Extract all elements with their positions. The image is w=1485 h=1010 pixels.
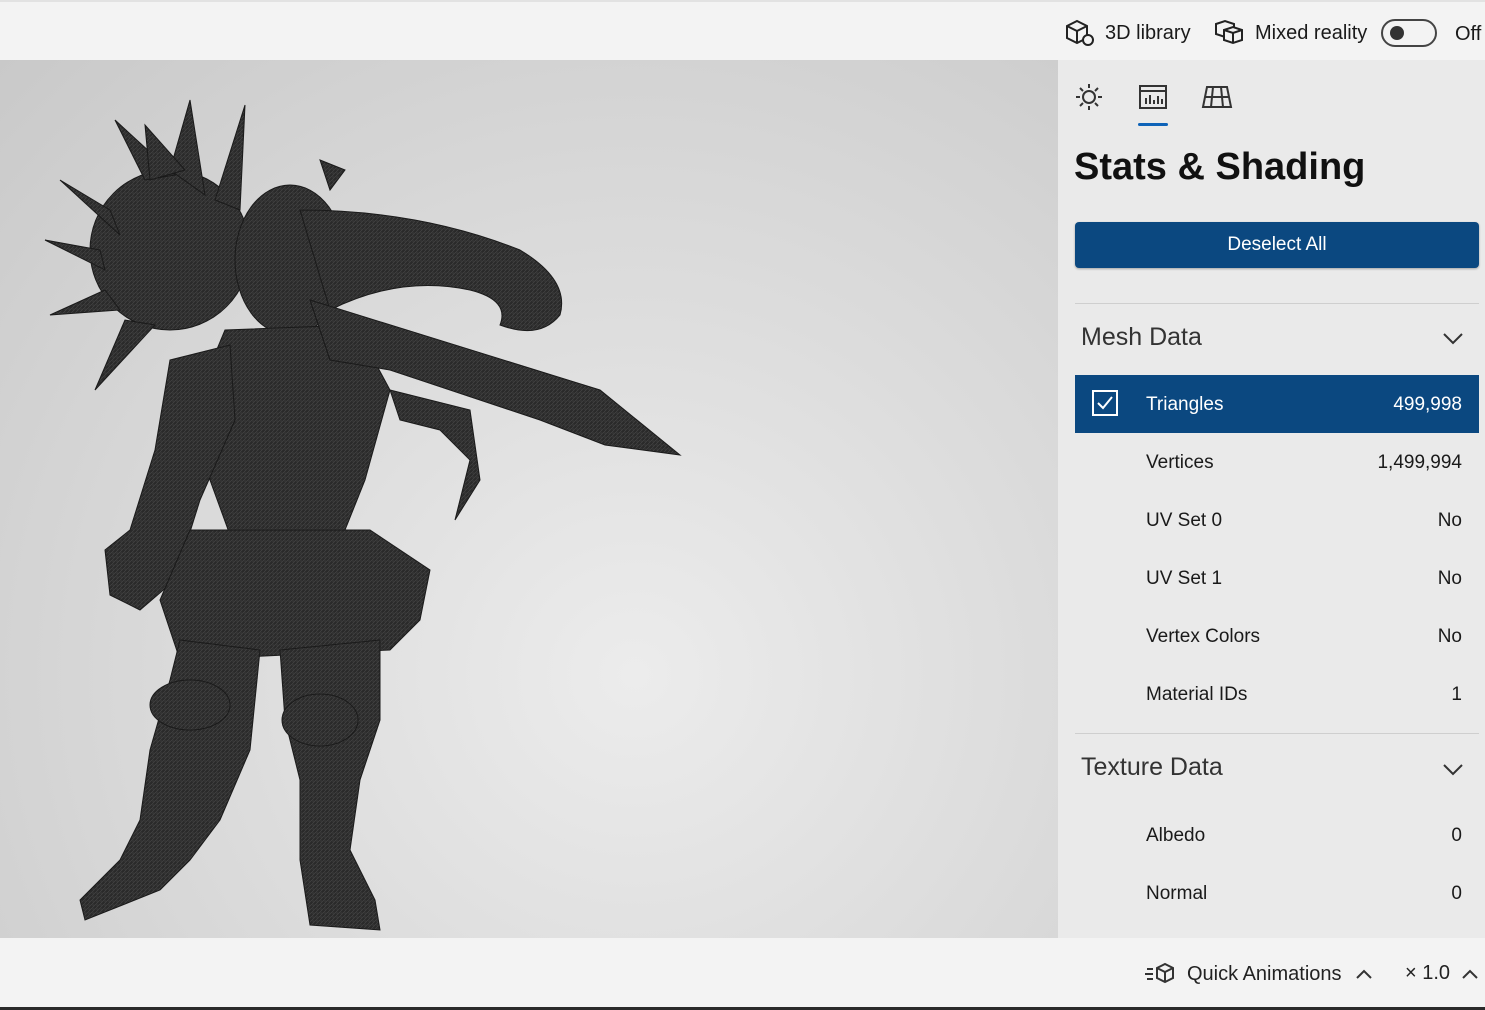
row-value: No bbox=[1437, 626, 1462, 647]
speed-button[interactable]: × 1.0 bbox=[1405, 962, 1480, 985]
divider bbox=[1075, 303, 1479, 304]
mixed-reality-toggle[interactable] bbox=[1381, 19, 1437, 47]
texture-row-albedo[interactable]: Albedo 0 bbox=[1075, 806, 1479, 864]
model-silhouette bbox=[44, 99, 682, 931]
row-label: Vertices bbox=[1146, 452, 1214, 473]
active-tab-indicator bbox=[1138, 123, 1168, 126]
row-label: Material IDs bbox=[1146, 684, 1248, 705]
row-value: No bbox=[1437, 510, 1462, 531]
mesh-row-material-ids[interactable]: Material IDs 1 bbox=[1075, 665, 1479, 723]
stats-chart-icon bbox=[1139, 85, 1167, 109]
mesh-row-triangles[interactable]: Triangles 499,998 bbox=[1075, 375, 1479, 433]
3d-library-button[interactable]: 3D library bbox=[1063, 18, 1191, 48]
row-value: 1 bbox=[1451, 684, 1462, 705]
mesh-data-header[interactable]: Mesh Data bbox=[1081, 323, 1202, 352]
row-label: UV Set 1 bbox=[1146, 568, 1223, 589]
mesh-row-uv-set-0[interactable]: UV Set 0 No bbox=[1075, 491, 1479, 549]
mesh-row-vertex-colors[interactable]: Vertex Colors No bbox=[1075, 607, 1479, 665]
sun-icon bbox=[1076, 84, 1102, 110]
texture-row-normal[interactable]: Normal 0 bbox=[1075, 864, 1479, 922]
panel-tabs bbox=[1058, 60, 1485, 130]
chevron-up-icon bbox=[1355, 969, 1372, 979]
grid-icon bbox=[1201, 86, 1233, 108]
animation-cube-icon bbox=[1145, 962, 1174, 984]
mixed-reality-icon bbox=[1215, 19, 1243, 45]
speed-label: × 1.0 bbox=[1405, 962, 1451, 984]
tab-grid[interactable] bbox=[1200, 80, 1234, 114]
chevron-up-icon bbox=[1462, 969, 1478, 979]
row-label: UV Set 0 bbox=[1146, 510, 1223, 531]
row-value: 0 bbox=[1451, 883, 1462, 904]
row-value: No bbox=[1437, 568, 1462, 589]
bottom-bar: Quick Animations × 1.0 bbox=[0, 938, 1485, 1010]
row-label: Normal bbox=[1146, 883, 1208, 904]
row-value: 0 bbox=[1451, 825, 1462, 846]
cube-icon bbox=[1066, 19, 1094, 46]
mixed-reality-label: Mixed reality bbox=[1255, 21, 1368, 44]
mesh-row-vertices[interactable]: Vertices 1,499,994 bbox=[1075, 433, 1479, 491]
3d-viewport[interactable] bbox=[0, 60, 1058, 938]
chevron-down-icon[interactable] bbox=[1442, 763, 1464, 777]
stats-shading-panel: Stats & Shading Deselect All Mesh Data T… bbox=[1058, 60, 1485, 938]
toggle-state-label: Off bbox=[1455, 23, 1482, 45]
mixed-reality-button[interactable]: Mixed reality bbox=[1213, 18, 1367, 48]
divider bbox=[1075, 733, 1479, 734]
row-value: 1,499,994 bbox=[1377, 452, 1462, 473]
row-label: Albedo bbox=[1146, 825, 1206, 846]
row-value: 499,998 bbox=[1393, 394, 1462, 415]
deselect-all-button[interactable]: Deselect All bbox=[1075, 222, 1479, 268]
checkmark-icon bbox=[1097, 396, 1113, 410]
row-label: Triangles bbox=[1146, 394, 1224, 415]
chevron-down-icon[interactable] bbox=[1442, 332, 1464, 346]
checkbox[interactable] bbox=[1092, 390, 1118, 416]
tab-lighting[interactable] bbox=[1072, 80, 1106, 114]
texture-data-header[interactable]: Texture Data bbox=[1081, 753, 1223, 782]
panel-title: Stats & Shading bbox=[1074, 146, 1366, 188]
tab-stats[interactable] bbox=[1136, 80, 1170, 114]
3d-library-label: 3D library bbox=[1105, 21, 1191, 44]
row-label: Vertex Colors bbox=[1146, 626, 1261, 647]
quick-animations-button[interactable]: Quick Animations bbox=[1145, 962, 1374, 986]
toggle-knob bbox=[1390, 26, 1404, 40]
mesh-row-uv-set-1[interactable]: UV Set 1 No bbox=[1075, 549, 1479, 607]
quick-animations-label: Quick Animations bbox=[1187, 962, 1342, 985]
top-toolbar: 3D library Mixed reality Off bbox=[0, 0, 1485, 60]
